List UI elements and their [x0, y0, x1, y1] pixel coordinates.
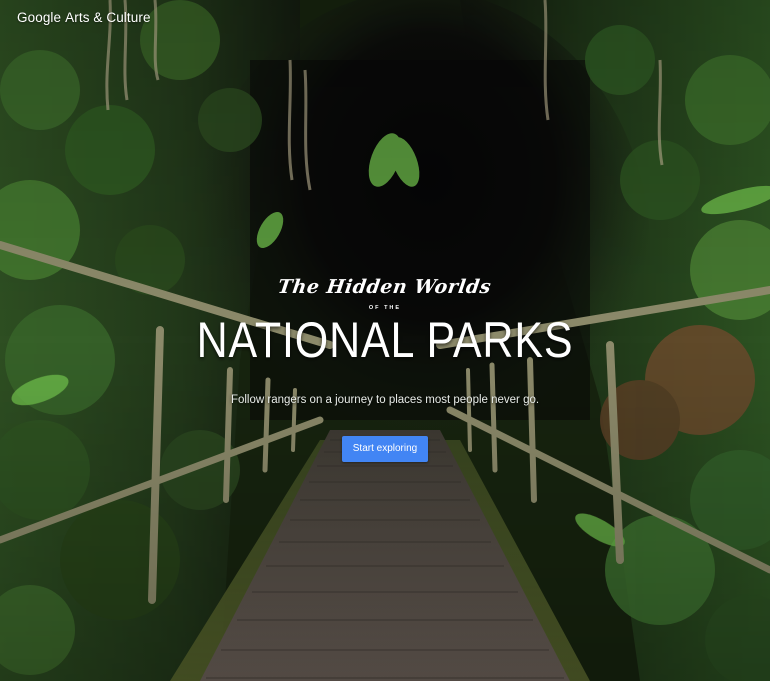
google-arts-culture-logo[interactable]: Google Arts & Culture [17, 10, 151, 25]
hero-title: NATIONAL PARKS [196, 312, 574, 368]
hero-script-title: The Hidden Worlds [0, 276, 770, 298]
start-exploring-button[interactable]: Start exploring [341, 436, 429, 462]
hero-subtitle: Follow rangers on a journey to places mo… [230, 394, 540, 406]
hero: The Hidden Worlds OF THE NATIONAL PARKS … [0, 276, 770, 462]
script-title-text: The Hidden Worlds [276, 276, 494, 298]
logo-product: Arts & Culture [65, 10, 151, 25]
hero-connector: OF THE [368, 305, 402, 311]
logo-brand: Google [17, 10, 62, 25]
page: Google Arts & Culture The Hidden Worlds O… [0, 0, 770, 681]
